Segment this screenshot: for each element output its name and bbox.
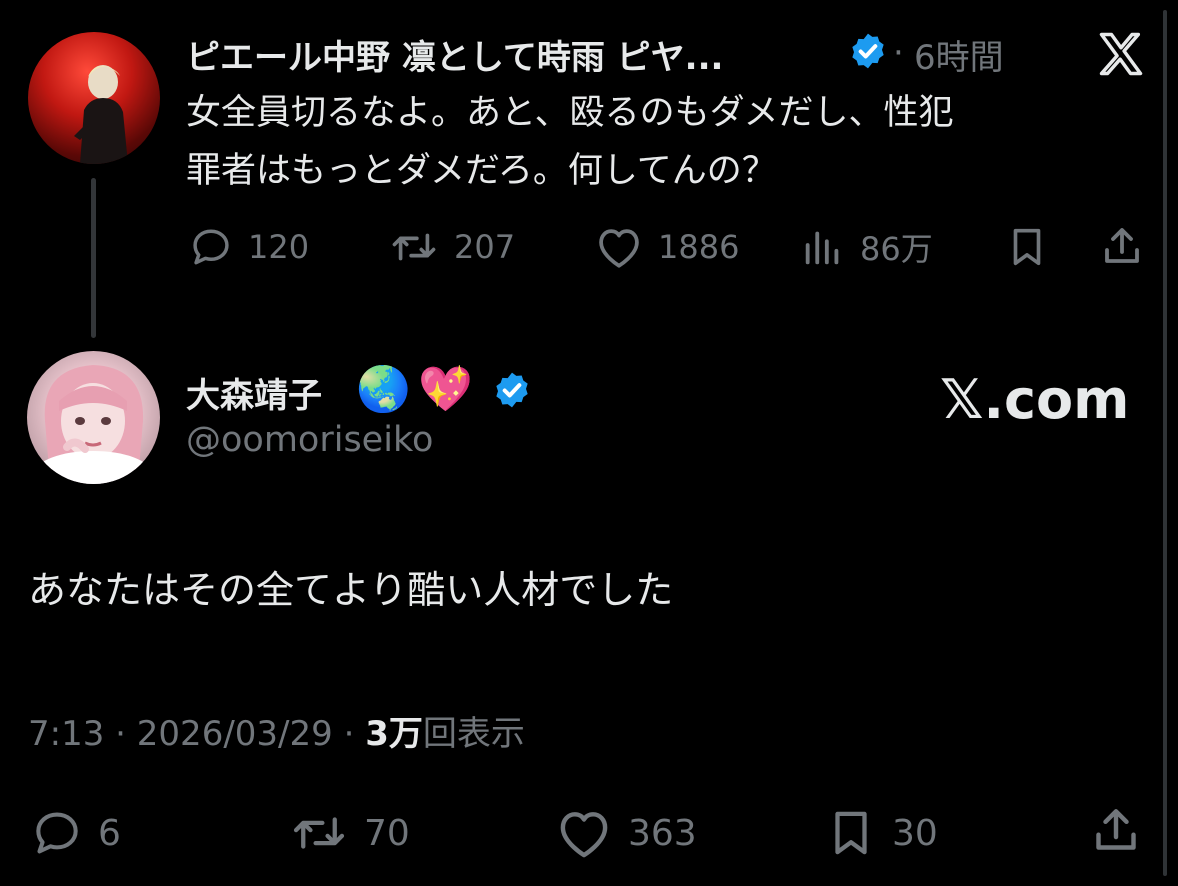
- main-share-button[interactable]: [1088, 802, 1144, 862]
- meta-separator: ·: [115, 714, 126, 754]
- bookmark-icon: [824, 806, 878, 860]
- main-author-name[interactable]: 大森靖子: [186, 368, 322, 417]
- main-bookmark-button[interactable]: 30: [824, 806, 938, 860]
- quoted-like-button[interactable]: 1886: [594, 224, 739, 270]
- quoted-views-count: 86万: [860, 230, 933, 268]
- quoted-retweet-button[interactable]: 207: [388, 224, 515, 270]
- thread-connector-line: [91, 178, 96, 338]
- retweet-icon: [288, 806, 350, 860]
- quoted-separator: ·: [893, 33, 904, 73]
- view-count: 3万: [365, 714, 423, 754]
- main-reply-button[interactable]: 6: [30, 806, 121, 860]
- share-icon: [1098, 228, 1146, 274]
- avatar-oomori-seiko[interactable]: [27, 351, 160, 484]
- quoted-retweet-count: 207: [454, 228, 516, 266]
- quoted-tweet-text-line-1: 女全員切るなよ。あと、殴るのもダメだし、性犯: [186, 93, 954, 133]
- main-retweet-count: 70: [364, 812, 410, 854]
- quoted-tweet-text-line-2: 罪者はもっとダメだろ。何してんの？: [186, 151, 777, 191]
- retweet-icon: [388, 224, 440, 270]
- main-like-button[interactable]: 363: [554, 806, 697, 860]
- tweet-date[interactable]: 2026/03/29: [137, 714, 333, 754]
- main-bookmark-count: 30: [892, 812, 938, 854]
- quoted-time-ago[interactable]: 6時間: [914, 30, 1004, 79]
- main-author-handle[interactable]: @oomoriseiko: [186, 420, 433, 460]
- main-tweet-text: あなたはその全てより酷い人材でした: [28, 568, 674, 612]
- globe-emoji-icon: 🌏: [356, 364, 411, 415]
- quoted-views-button[interactable]: 86万: [800, 224, 933, 270]
- x-logo-icon[interactable]: [1095, 28, 1147, 84]
- main-tweet-meta: 7:13 · 2026/03/29 · 3万回表示: [28, 706, 525, 755]
- quoted-bookmark-button[interactable]: [1004, 224, 1050, 274]
- main-like-count: 363: [628, 812, 697, 854]
- meta-separator: ·: [343, 714, 355, 754]
- view-suffix: 回表示: [422, 714, 525, 754]
- share-icon: [1088, 809, 1144, 862]
- sparkling-heart-emoji-icon: 💖: [418, 364, 473, 415]
- heart-icon: [594, 224, 644, 270]
- quoted-reply-count: 120: [248, 228, 310, 266]
- quoted-author-name[interactable]: ピエール中野 凛として時雨 ピヤ...: [186, 30, 723, 79]
- verified-badge-icon: [848, 31, 888, 75]
- scrollbar[interactable]: [1163, 10, 1167, 876]
- heart-icon: [554, 806, 614, 860]
- views-chart-icon: [800, 224, 846, 270]
- tweet-time[interactable]: 7:13: [28, 714, 104, 754]
- verified-badge-icon: [492, 370, 532, 414]
- main-reply-count: 6: [98, 812, 121, 854]
- quoted-like-count: 1886: [658, 228, 740, 266]
- reply-icon: [30, 806, 84, 860]
- main-retweet-button[interactable]: 70: [288, 806, 410, 860]
- reply-icon: [188, 224, 234, 270]
- quoted-reply-button[interactable]: 120: [188, 224, 309, 270]
- bookmark-icon: [1004, 228, 1050, 274]
- quoted-share-button[interactable]: [1098, 222, 1146, 274]
- x-com-brand: 𝕏.com: [940, 368, 1130, 431]
- avatar-pierre-nakano[interactable]: [28, 32, 160, 164]
